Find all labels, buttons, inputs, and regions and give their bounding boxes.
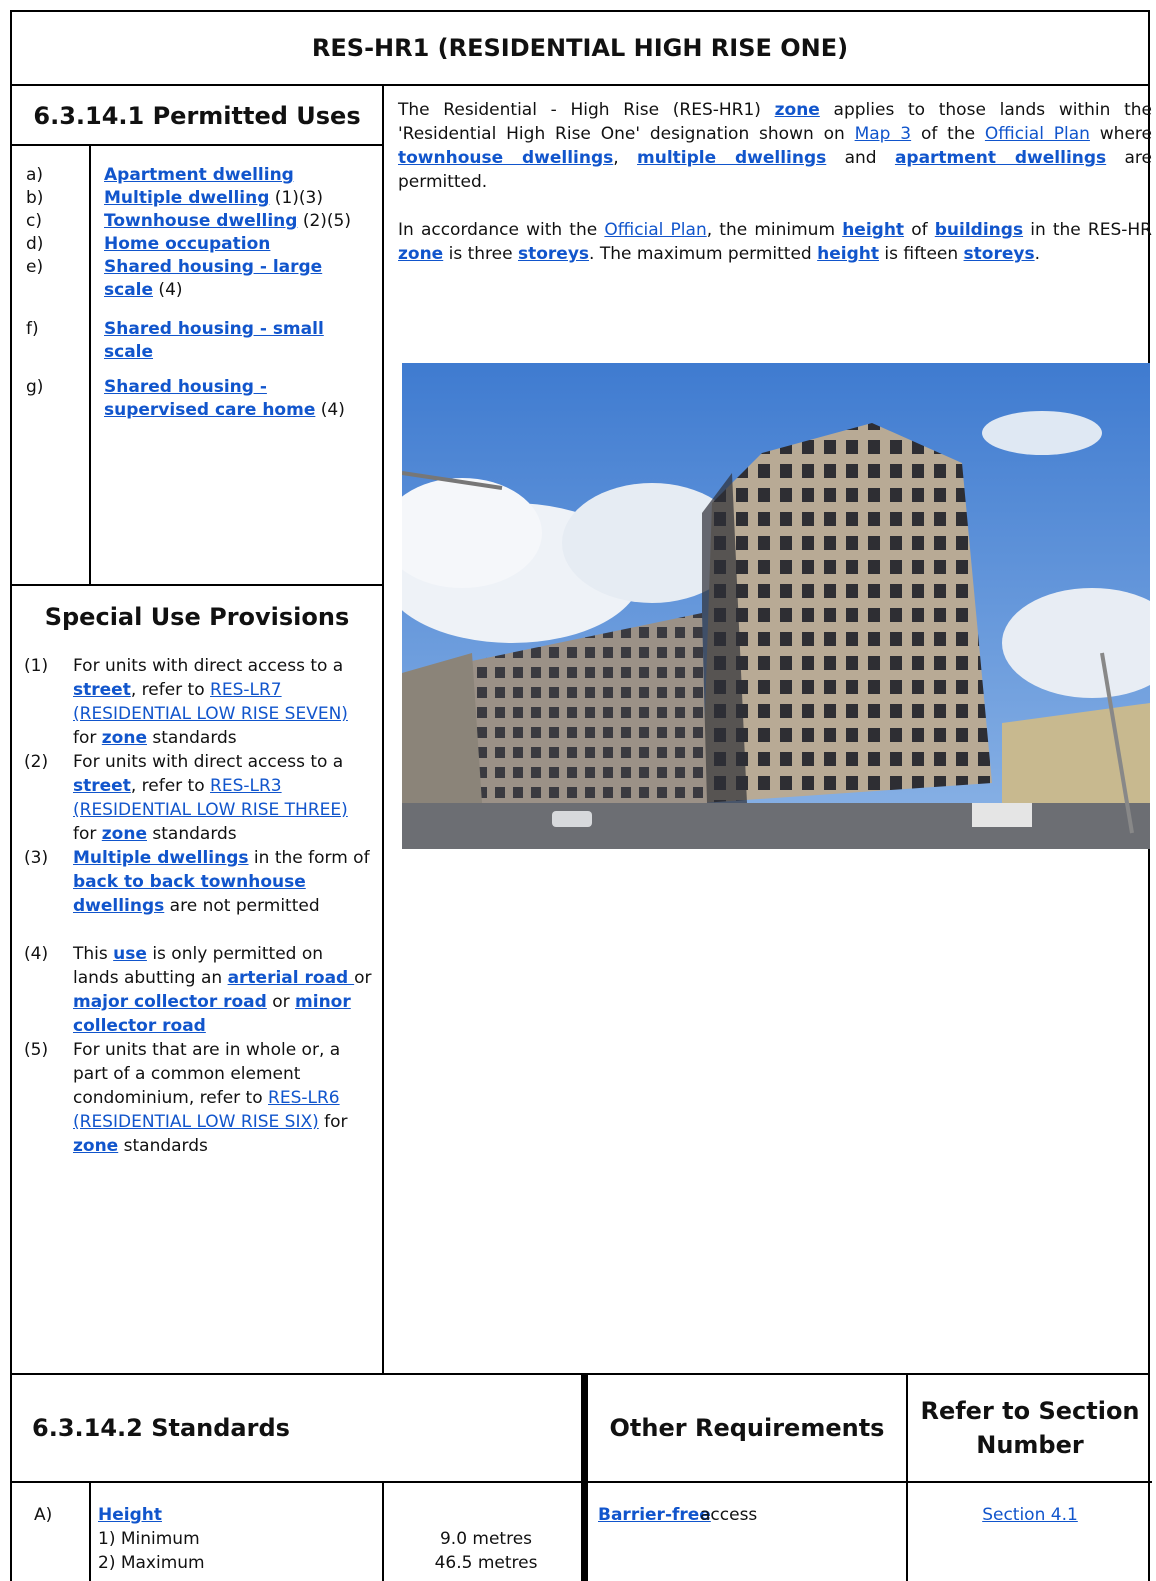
item-letter: c) xyxy=(26,211,42,231)
item-letter: d) xyxy=(26,234,44,254)
column-divider xyxy=(89,146,91,586)
height-link[interactable]: height xyxy=(817,244,879,264)
use-link-multiple-dwelling[interactable]: Multiple dwelling xyxy=(104,188,269,208)
multiple-dwellings-link[interactable]: Multiple dwellings xyxy=(73,848,249,868)
zone-description: The Residential - High Rise (RES-HR1) zo… xyxy=(398,98,1152,290)
height-maximum-label: 2) Maximum xyxy=(98,1553,205,1573)
left-column: 6.3.14.1 Permitted Uses a) Apartment dwe… xyxy=(12,86,384,1373)
apartment-dwellings-link[interactable]: apartment dwellings xyxy=(895,148,1106,168)
table-divider xyxy=(89,1481,91,1581)
use-link-shared-housing-supervised[interactable]: Shared housing - supervised care home xyxy=(104,377,315,420)
refer-section-heading: Refer to Section Number xyxy=(920,1397,1140,1459)
zone-link[interactable]: zone xyxy=(73,1136,118,1156)
item-letter: b) xyxy=(26,188,44,208)
townhouse-dwellings-link[interactable]: townhouse dwellings xyxy=(398,148,613,168)
height-maximum-value: 46.5 metres xyxy=(434,1553,538,1573)
item-letter: f) xyxy=(26,319,39,339)
use-link-townhouse-dwelling[interactable]: Townhouse dwelling xyxy=(104,211,297,231)
permitted-uses-heading: 6.3.14.1 Permitted Uses xyxy=(12,86,382,146)
item-letter: g) xyxy=(26,377,44,397)
permitted-uses-table: a) Apartment dwelling b) Multiple dwelli… xyxy=(12,146,382,586)
zone-link[interactable]: zone xyxy=(102,728,147,748)
standards-table: 6.3.14.2 Standards Other Requirements Re… xyxy=(12,1373,1152,1581)
intro-paragraph-1: The Residential - High Rise (RES-HR1) zo… xyxy=(398,100,1152,192)
page-title: RES-HR1 (RESIDENTIAL HIGH RISE ONE) xyxy=(12,12,1148,86)
zoning-page: RES-HR1 (RESIDENTIAL HIGH RISE ONE) 6.3.… xyxy=(10,10,1152,1581)
height-minimum-value: 9.0 metres xyxy=(439,1529,533,1549)
major-collector-road-link[interactable]: major collector road xyxy=(73,992,267,1012)
height-link[interactable]: height xyxy=(842,220,904,240)
use-link-home-occupation[interactable]: Home occupation xyxy=(104,234,270,254)
intro-paragraph-2: In accordance with the Official Plan, th… xyxy=(398,220,1152,264)
item-letter: e) xyxy=(26,257,44,277)
use-link-apartment-dwelling[interactable]: Apartment dwelling xyxy=(104,165,294,185)
zone-link[interactable]: zone xyxy=(775,100,820,120)
storeys-link[interactable]: storeys xyxy=(518,244,589,264)
zone-link[interactable]: zone xyxy=(398,244,443,264)
arterial-road-link[interactable]: arterial road xyxy=(228,968,355,988)
street-link[interactable]: street xyxy=(73,776,131,796)
special-provisions-heading: Special Use Provisions xyxy=(44,603,350,631)
section-4-1-link[interactable]: Section 4.1 xyxy=(908,1503,1152,1527)
buildings-link[interactable]: buildings xyxy=(935,220,1023,240)
header-divider xyxy=(12,1481,1152,1483)
standards-heading: 6.3.14.2 Standards xyxy=(32,1414,290,1442)
storeys-link[interactable]: storeys xyxy=(964,244,1035,264)
zone-link[interactable]: zone xyxy=(102,824,147,844)
row-letter: A) xyxy=(34,1505,53,1525)
barrier-free-text: access xyxy=(700,1505,758,1525)
use-link-shared-housing-small[interactable]: Shared housing - small scale xyxy=(104,319,324,362)
table-divider-thick xyxy=(581,1375,588,1581)
table-divider xyxy=(382,1481,384,1581)
height-link[interactable]: Height xyxy=(98,1503,162,1527)
use-link[interactable]: use xyxy=(113,944,147,964)
barrier-free-link[interactable]: Barrier-free xyxy=(598,1503,711,1527)
high-rise-building-photo xyxy=(402,363,1150,849)
item-letter: a) xyxy=(26,165,44,185)
street-link[interactable]: street xyxy=(73,680,131,700)
use-link-shared-housing-large[interactable]: Shared housing - large scale xyxy=(104,257,322,300)
official-plan-link[interactable]: Official Plan xyxy=(985,124,1090,144)
height-minimum-label: 1) Minimum xyxy=(98,1529,200,1549)
official-plan-link[interactable]: Official Plan xyxy=(604,220,706,240)
other-requirements-heading: Other Requirements xyxy=(609,1414,885,1442)
multiple-dwellings-link[interactable]: multiple dwellings xyxy=(637,148,826,168)
table-divider xyxy=(906,1375,908,1581)
map-3-link[interactable]: Map 3 xyxy=(855,124,912,144)
